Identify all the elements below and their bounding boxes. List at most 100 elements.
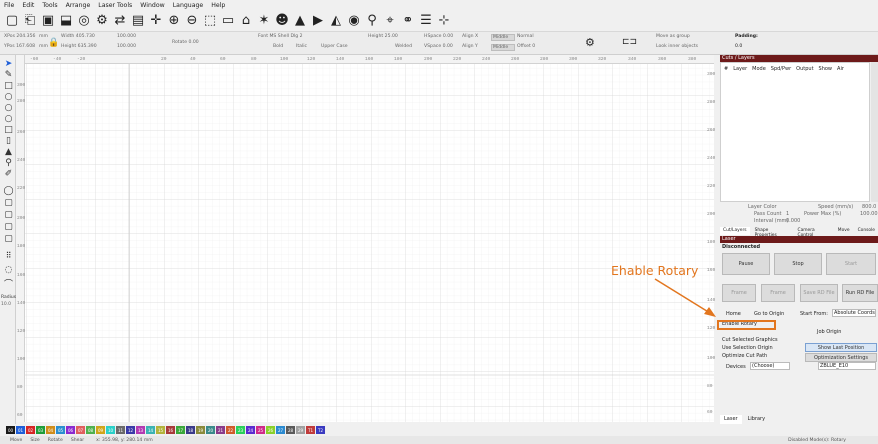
settings-icon[interactable]: ◎ <box>76 13 92 29</box>
device-select[interactable]: ZBLUE_E10 <box>818 362 876 370</box>
color-swatch-03[interactable]: 03 <box>36 426 45 434</box>
welded-checkbox[interactable]: Welded <box>395 44 412 49</box>
layers-table[interactable]: # Layer Mode Spd/Pwr Output Show Air <box>720 62 870 202</box>
color-swatch-15[interactable]: 15 <box>156 426 165 434</box>
crosshair-icon[interactable]: ⌖ <box>382 13 398 29</box>
pin-icon[interactable]: ▲ <box>4 147 13 157</box>
interval-value[interactable]: 0.000 <box>786 218 800 224</box>
color-swatch-06[interactable]: 06 <box>66 426 75 434</box>
lock-icon[interactable]: 🔒 <box>48 38 59 48</box>
rotate-field[interactable]: Rotate 0.00 <box>172 40 199 45</box>
select-icon[interactable]: ➤ <box>4 59 13 69</box>
color-swatch-29[interactable]: 29 <box>296 426 305 434</box>
offset-icon[interactable]: ✐ <box>4 169 13 179</box>
layers-scrollbar[interactable] <box>871 62 878 202</box>
color-swatch-26[interactable]: 26 <box>266 426 275 434</box>
color-swatch-02[interactable]: 02 <box>26 426 35 434</box>
color-swatch-28[interactable]: 28 <box>286 426 295 434</box>
vspace-field[interactable]: VSpace 0.00 <box>424 44 453 49</box>
move-as-group-checkbox[interactable]: Move as group <box>656 34 690 39</box>
cut-icon[interactable]: ▢ <box>4 210 13 220</box>
position-icon[interactable]: ✛ <box>148 13 164 29</box>
tab-console[interactable]: Console <box>855 227 878 235</box>
align-x-select[interactable]: Align X <box>462 34 478 39</box>
align-icon[interactable]: ☰ <box>418 13 434 29</box>
color-swatch-27[interactable]: 27 <box>276 426 285 434</box>
gear-icon[interactable]: ⚙ <box>94 13 110 29</box>
use-selection-origin-checkbox[interactable]: Use Selection Origin <box>722 345 773 351</box>
color-swatch-18[interactable]: 18 <box>186 426 195 434</box>
look-inner-objects-checkbox[interactable]: Look inner objects <box>656 44 698 49</box>
status-move[interactable]: Move <box>10 438 22 443</box>
magic-icon[interactable]: ✶ <box>256 13 272 29</box>
group-icon[interactable]: ⚲ <box>364 13 380 29</box>
tab-library[interactable]: Library <box>744 415 769 424</box>
camera-icon[interactable]: ▲ <box>292 13 308 29</box>
save-icon[interactable]: ▣ <box>40 13 56 29</box>
color-swatch-01[interactable]: 01 <box>16 426 25 434</box>
align-y-select[interactable]: Align Y <box>462 44 478 49</box>
zoom-in-icon[interactable]: ⊕ <box>166 13 182 29</box>
circle-array-icon[interactable]: ◌ <box>4 265 13 275</box>
color-swatch-14[interactable]: 14 <box>146 426 155 434</box>
color-swatch-10[interactable]: 10 <box>106 426 115 434</box>
pen-icon[interactable]: ✎ <box>4 70 13 80</box>
text-height-field[interactable]: Height 25.00 <box>368 34 398 39</box>
menu-help[interactable]: Help <box>211 2 225 9</box>
menu-arrange[interactable]: Arrange <box>66 2 91 9</box>
copy-icon[interactable]: ◯ <box>3 186 13 196</box>
menu-file[interactable]: File <box>4 2 14 9</box>
frame-icon[interactable]: ⬚ <box>202 13 218 29</box>
menu-language[interactable]: Language <box>173 2 204 9</box>
normal-select[interactable]: Normal <box>517 34 534 39</box>
power-max-value[interactable]: 100.00 <box>860 211 878 217</box>
grid-array-icon[interactable]: ⠿ <box>4 251 13 260</box>
ellipse-icon[interactable]: ○ <box>4 92 13 102</box>
open-icon[interactable]: ⎗ <box>22 13 38 29</box>
scale-x-field[interactable]: 100.000 <box>117 34 136 39</box>
rotary-icon[interactable]: ⌒ <box>4 279 13 290</box>
import-icon[interactable]: ⬓ <box>58 13 74 29</box>
color-swatch-23[interactable]: 23 <box>236 426 245 434</box>
color-swatch-05[interactable]: 05 <box>56 426 65 434</box>
tab-laser[interactable]: Laser <box>720 415 742 424</box>
optimize-cut-path-checkbox[interactable]: Optimize Cut Path <box>722 353 767 359</box>
work-area-canvas[interactable] <box>22 55 714 422</box>
color-swatch-11[interactable]: 11 <box>116 426 125 434</box>
link-icon[interactable]: ⚭ <box>400 13 416 29</box>
trash-icon[interactable]: ▤ <box>130 13 146 29</box>
color-swatch-00[interactable]: 00 <box>6 426 15 434</box>
go-to-origin-button[interactable]: Go to Origin <box>754 311 784 317</box>
dock-icon[interactable]: ⊏⊐ <box>622 37 637 47</box>
draw-icon[interactable]: ⚲ <box>4 158 13 168</box>
tools-icon[interactable]: ⌂ <box>238 13 254 29</box>
status-shear[interactable]: Shear <box>71 438 84 443</box>
monitor-icon[interactable]: ▭ <box>220 13 236 29</box>
array-icon[interactable]: ▢ <box>4 222 13 232</box>
boolean-icon[interactable]: ▢ <box>4 198 13 208</box>
color-swatch-21[interactable]: 21 <box>216 426 225 434</box>
height-field[interactable]: Height 635.390 <box>61 44 97 49</box>
start-from-select[interactable]: Absolute Coords <box>832 309 876 317</box>
shape-icon[interactable]: ◭ <box>328 13 344 29</box>
polygon-icon[interactable]: ○ <box>4 103 13 113</box>
zoom-out-icon[interactable]: ⊖ <box>184 13 200 29</box>
distribute-icon[interactable]: ⊹ <box>436 13 452 29</box>
color-swatch-20[interactable]: 20 <box>206 426 215 434</box>
grid-icon[interactable]: ▢ <box>4 234 13 244</box>
upper-case-checkbox[interactable]: Upper Case <box>321 44 348 49</box>
optimization-settings-button[interactable]: Optimization Settings <box>805 353 877 362</box>
color-swatch-16[interactable]: 16 <box>166 426 175 434</box>
color-swatch-19[interactable]: 19 <box>196 426 205 434</box>
new-icon[interactable]: ▢ <box>4 13 20 29</box>
pass-count-value[interactable]: 1 <box>786 211 789 217</box>
color-swatch-24[interactable]: 24 <box>246 426 255 434</box>
font-select[interactable]: Font MS Shell Dlg 2 <box>258 34 303 39</box>
color-swatch-09[interactable]: 09 <box>96 426 105 434</box>
color-swatch-T2[interactable]: T2 <box>316 426 325 434</box>
devices-select[interactable]: (Choose) <box>750 362 790 370</box>
start-button[interactable]: Start <box>826 253 876 275</box>
menu-tools[interactable]: Tools <box>42 2 57 9</box>
color-swatch-13[interactable]: 13 <box>136 426 145 434</box>
node-icon[interactable]: □ <box>4 125 13 135</box>
